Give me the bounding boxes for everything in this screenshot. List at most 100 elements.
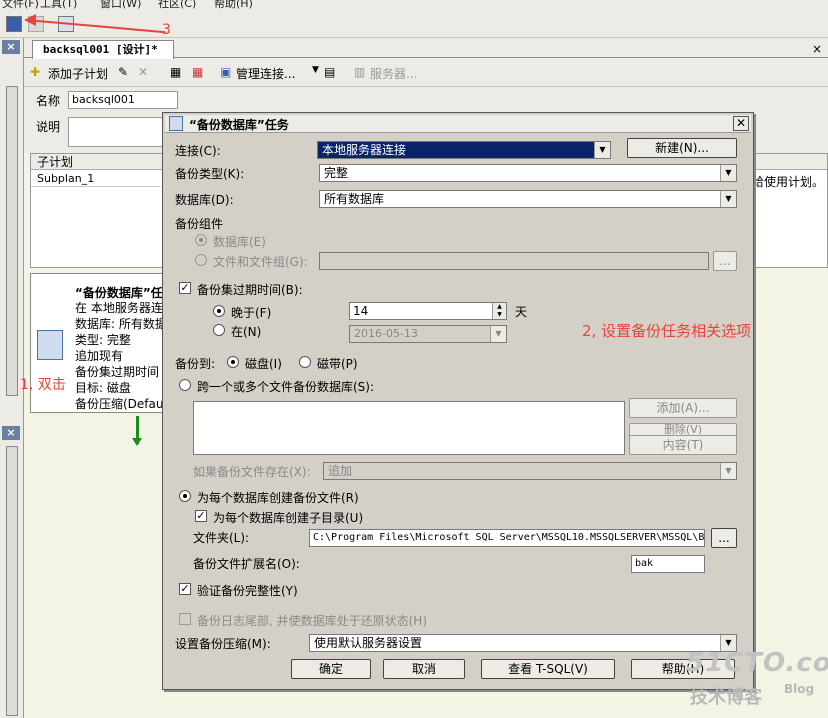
component-database-label: 数据库(E) <box>213 235 266 249</box>
task-line: 类型: 完整 <box>75 333 131 347</box>
menu-help[interactable]: 帮助(H) <box>214 0 253 10</box>
name-input[interactable]: backsql001 <box>68 91 178 109</box>
task-line: 备份集过期时间 <box>75 365 160 379</box>
span-files-radio[interactable] <box>179 379 191 391</box>
menu-community[interactable]: 社区(C) <box>158 0 196 10</box>
close-icon[interactable]: × <box>2 426 20 440</box>
files-input[interactable] <box>319 252 709 270</box>
span-files-label: 跨一个或多个文件备份数据库(S): <box>197 380 375 394</box>
database-label: 数据库(D): <box>175 193 234 207</box>
schedule-icon[interactable]: ▦ <box>170 65 181 79</box>
close-button[interactable]: ✕ <box>733 116 749 131</box>
disk-label: 磁盘(I) <box>245 357 282 371</box>
subplan-row[interactable]: Subplan_1 <box>31 171 161 187</box>
expire-label: 备份集过期时间(B): <box>197 283 303 297</box>
per-db-file-radio[interactable] <box>179 490 191 502</box>
backup-database-dialog: “备份数据库”任务 ✕ 连接(C): 本地服务器连接 ▼ 新建(N)... 备份… <box>162 112 754 690</box>
backup-to-label: 备份到: <box>175 357 216 371</box>
backup-files-list[interactable] <box>193 401 625 455</box>
folder-browse-button[interactable]: ... <box>711 528 737 548</box>
task-line: 数据库: 所有数据 <box>75 317 166 331</box>
extension-input[interactable]: bak <box>631 555 705 573</box>
connection-value: 本地服务器连接 <box>322 143 407 157</box>
task-line: 目标: 磁盘 <box>75 381 131 395</box>
menu-file[interactable]: 文件(F) <box>2 0 39 10</box>
if-exists-select[interactable]: 追加 ▼ <box>323 462 737 480</box>
tape-radio[interactable] <box>299 356 311 368</box>
expire-days-value: 14 <box>353 304 369 318</box>
backup-type-select[interactable]: 完整 ▼ <box>319 164 737 182</box>
spin-icon[interactable]: ▲ ▼ <box>492 303 506 319</box>
expire-after-label: 晚于(F) <box>231 306 272 320</box>
watermark-sub: 技术博客 <box>690 687 762 708</box>
menu-tools[interactable]: 工具(T) <box>40 0 77 10</box>
panel-scrollbar[interactable] <box>6 86 18 396</box>
database-select[interactable]: 所有数据库 ▼ <box>319 190 737 208</box>
compression-select[interactable]: 使用默认服务器设置 ▼ <box>309 634 737 652</box>
folder-label: 文件夹(L): <box>193 531 250 545</box>
connection-icon: ▣ <box>220 65 232 79</box>
cancel-button[interactable]: 取消 <box>383 659 465 679</box>
per-db-subdir-checkbox[interactable]: ✓ <box>195 510 207 522</box>
chevron-down-icon[interactable]: ▼ <box>490 326 506 342</box>
dialog-titlebar[interactable]: “备份数据库”任务 ✕ <box>165 115 751 133</box>
chevron-down-icon[interactable]: ▼ <box>720 165 736 181</box>
folder-input[interactable]: C:\Program Files\Microsoft SQL Server\MS… <box>309 529 705 547</box>
close-icon[interactable]: × <box>2 40 20 54</box>
add-subplan-button[interactable]: 添加子计划 <box>48 65 108 82</box>
component-database-radio[interactable] <box>195 234 207 246</box>
tail-log-checkbox[interactable] <box>179 613 191 625</box>
watermark-site: 51CTO.com <box>686 648 828 678</box>
component-files-label: 文件和文件组(G): <box>213 255 308 269</box>
verify-checkbox[interactable]: ✓ <box>179 583 191 595</box>
expire-days-input[interactable]: 14 ▲ ▼ <box>349 302 507 320</box>
save-icon[interactable] <box>6 16 22 32</box>
tape-label: 磁带(P) <box>317 357 358 371</box>
manage-connections-button[interactable]: 管理连接... <box>236 65 295 82</box>
connection-select[interactable]: 本地服务器连接 ▼ <box>317 141 611 159</box>
precedence-arrow-head-icon <box>132 438 142 446</box>
component-files-radio[interactable] <box>195 254 207 266</box>
expire-after-radio[interactable] <box>213 305 225 317</box>
dropdown-arrow-icon[interactable]: ▼ <box>312 65 319 75</box>
delete-icon[interactable]: ✕ <box>138 65 148 79</box>
panel-scrollbar[interactable] <box>6 446 18 716</box>
disk-radio[interactable] <box>227 356 239 368</box>
chevron-down-icon[interactable]: ▼ <box>720 191 736 207</box>
description-label: 说明 <box>36 120 61 134</box>
tab-document[interactable]: backsql001 [设计]* <box>32 40 174 59</box>
files-browse-button[interactable]: ... <box>713 251 737 271</box>
menu-window[interactable]: 窗口(W) <box>100 0 141 10</box>
expire-on-label: 在(N) <box>231 325 262 339</box>
backup-database-icon <box>37 330 63 360</box>
verify-label: 验证备份完整性(Y) <box>197 584 298 598</box>
expire-checkbox[interactable]: ✓ <box>179 282 191 294</box>
annotation-step3: 3 <box>162 22 171 38</box>
expire-on-radio[interactable] <box>213 324 225 336</box>
if-exists-value: 追加 <box>328 464 353 478</box>
servers-button[interactable]: 服务器... <box>370 65 417 82</box>
designer-toolbar: ✚ 添加子计划 ✎ ✕ ▦ ▦ ▣ 管理连接... ▼ ▤ ▥ 服务器... <box>24 59 828 87</box>
name-label: 名称 <box>36 94 61 108</box>
compression-value: 使用默认服务器设置 <box>314 636 423 650</box>
per-db-file-label: 为每个数据库创建备份文件(R) <box>197 491 359 505</box>
servers-icon: ▥ <box>354 65 366 79</box>
report-icon[interactable]: ▤ <box>324 65 335 79</box>
chevron-down-icon[interactable]: ▼ <box>720 463 736 479</box>
database-value: 所有数据库 <box>324 192 385 206</box>
per-db-subdir-label: 为每个数据库创建子目录(U) <box>213 511 364 525</box>
add-file-button[interactable]: 添加(A)... <box>629 398 737 418</box>
main-toolbar <box>0 10 828 38</box>
expire-date-picker[interactable]: 2016-05-13 ▼ <box>349 325 507 343</box>
chevron-down-icon[interactable]: ▼ <box>594 142 610 158</box>
new-connection-button[interactable]: 新建(N)... <box>627 138 737 158</box>
close-icon[interactable]: × <box>812 42 822 56</box>
contents-button[interactable]: 内容(T) <box>629 435 737 455</box>
tail-log-label: 备份日志尾部, 并使数据库处于还原状态(H) <box>197 614 428 628</box>
view-tsql-button[interactable]: 查看 T-SQL(V) <box>481 659 615 679</box>
remove-schedule-icon[interactable]: ▦ <box>192 65 203 79</box>
ok-button[interactable]: 确定 <box>291 659 371 679</box>
edit-icon[interactable]: ✎ <box>118 65 128 79</box>
backup-component-label: 备份组件 <box>175 217 224 231</box>
extension-label: 备份文件扩展名(O): <box>193 557 300 571</box>
